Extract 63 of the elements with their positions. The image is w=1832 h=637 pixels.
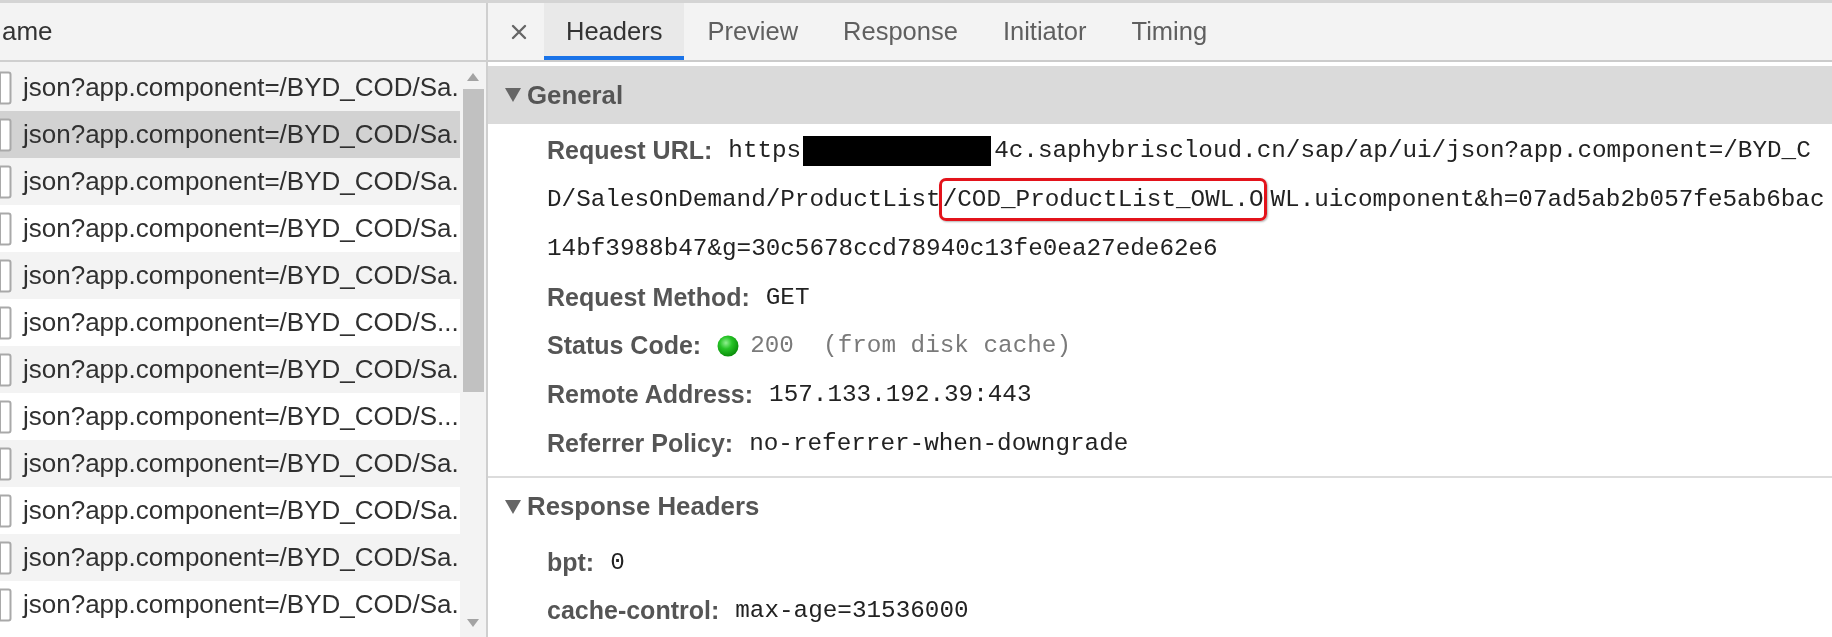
request-row[interactable]: json?app.component=/BYD_COD/Sa. [0,440,460,487]
file-icon [0,352,12,387]
file-icon [0,399,12,434]
field-value: 0 [610,548,625,576]
file-icon [0,540,12,575]
url-text: 4c.saphybriscloud.cn/sap/ap/ui/json?app.component=/BYD_C [994,137,1811,165]
field-value: GET [765,283,810,311]
section-header[interactable]: General [488,66,1832,124]
section-header[interactable]: Response Headers [488,477,1832,536]
name-column-header[interactable]: ame [0,3,486,62]
request-row[interactable]: json?app.component=/BYD_COD/Sa. [0,534,460,581]
request-name: json?app.component=/BYD_COD/Sa. [23,589,459,620]
url-text: D/SalesOnDemand/ProductList [547,186,941,214]
close-icon[interactable] [511,23,527,40]
request-name: json?app.component=/BYD_COD/Sa. [23,166,459,197]
request-name: json?app.component=/BYD_COD/Sa. [23,495,459,526]
field-label: Request URL: [547,136,713,166]
field-value: max-age=31536000 [735,597,969,625]
url-highlight: /COD_ProductList_OWL.O [938,178,1268,222]
request-name: json?app.component=/BYD_COD/S... [23,401,459,432]
status-dot-icon [717,334,740,357]
url-text: WL.uicomponent&h=07ad5ab2b057fe5ab6bac [1270,186,1825,214]
field-label: cache-control: [547,596,720,626]
request-row[interactable]: json?app.component=/BYD_COD/Sa. [0,158,460,205]
file-icon [0,493,12,528]
tab[interactable]: Initiator [980,3,1109,60]
field-value: 200 (from disk cache) [750,332,1071,360]
url-text: 14bf3988b47&g=30c5678ccd78940c13fe0ea27ede62e6 [547,234,1218,262]
file-icon [0,258,12,293]
field-label: Remote Address: [547,379,754,409]
field-value: no-referrer-when-downgrade [749,429,1129,457]
url-text: https [728,137,802,165]
field-label: Referrer Policy: [547,428,734,458]
file-icon [0,305,12,340]
scroll-down-arrow-icon[interactable] [467,619,479,627]
scroll-up-arrow-icon[interactable] [467,73,479,81]
tab[interactable]: Response [821,3,980,60]
field-label: bpt: [547,547,595,577]
tab[interactable]: Headers [544,3,685,60]
file-icon [0,446,12,481]
field-label: Request Method: [547,282,750,312]
request-name: json?app.component=/BYD_COD/Sa. [23,542,459,573]
request-name: json?app.component=/BYD_COD/Sa. [23,448,459,479]
file-icon [0,164,12,199]
field-label: Status Code: [547,331,702,361]
file-icon [0,211,12,246]
tab[interactable]: Preview [685,3,821,60]
tab[interactable]: Timing [1109,3,1230,60]
request-row[interactable]: json?app.component=/BYD_COD/Sa. [0,64,460,111]
request-name: json?app.component=/BYD_COD/Sa. [23,119,459,150]
request-name: json?app.component=/BYD_COD/Sa. [23,213,459,244]
field-value: 157.133.192.39:443 [769,380,1032,408]
request-row[interactable]: json?app.component=/BYD_COD/Sa. [0,252,460,299]
request-name: json?app.component=/BYD_COD/Sa. [23,354,459,385]
request-name: json?app.component=/BYD_COD/Sa. [23,72,459,103]
file-icon [0,587,12,622]
file-icon [0,117,12,152]
scrollbar-thumb[interactable] [462,89,484,392]
file-icon [0,70,12,105]
request-row[interactable]: json?app.component=/BYD_COD/Sa. [0,346,460,393]
request-name: json?app.component=/BYD_COD/S... [23,307,459,338]
request-row[interactable]: json?app.component=/BYD_COD/Sa. [0,111,460,158]
request-name: json?app.component=/BYD_COD/Sa. [23,260,459,291]
